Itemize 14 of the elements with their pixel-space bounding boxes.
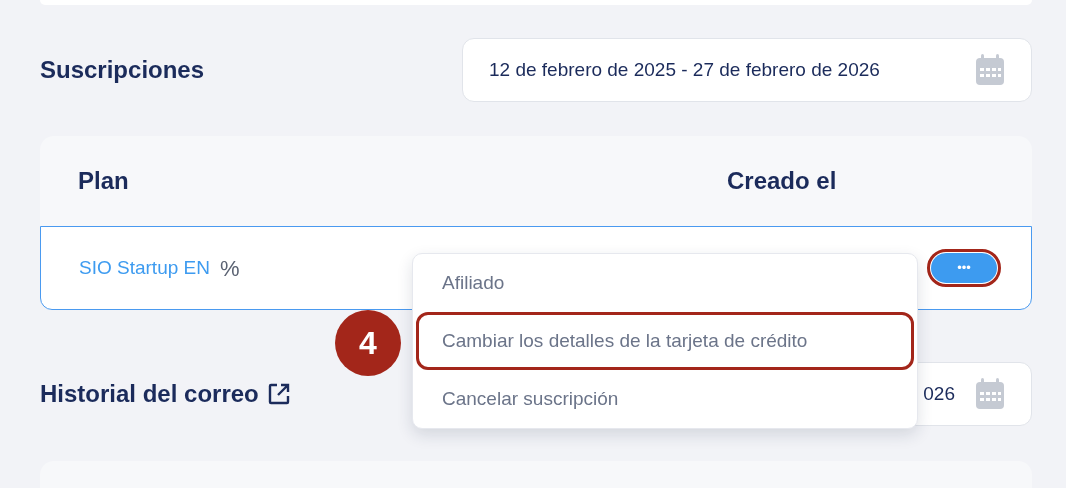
menu-item[interactable]: Cancelar suscripción <box>416 370 914 428</box>
calendar-icon <box>975 54 1005 86</box>
date-range-field[interactable]: 12 de febrero de 2025 - 27 de febrero de 2026 <box>462 38 1032 102</box>
plan-link[interactable]: SIO Startup EN <box>79 253 210 283</box>
column-header: Creado el <box>727 166 837 196</box>
percent-icon: % <box>219 251 240 285</box>
menu-item[interactable]: Cambiar los detalles de la tarjeta de crédito <box>416 312 914 370</box>
calendar-icon <box>975 378 1005 410</box>
external-link-icon[interactable] <box>266 382 291 406</box>
step-badge: 4 <box>335 310 401 376</box>
column-header: Plan <box>78 166 130 196</box>
section-title: Suscripciones <box>40 55 205 85</box>
section-title: Historial del correo <box>40 379 259 409</box>
menu-item[interactable]: Afiliado <box>416 254 914 312</box>
